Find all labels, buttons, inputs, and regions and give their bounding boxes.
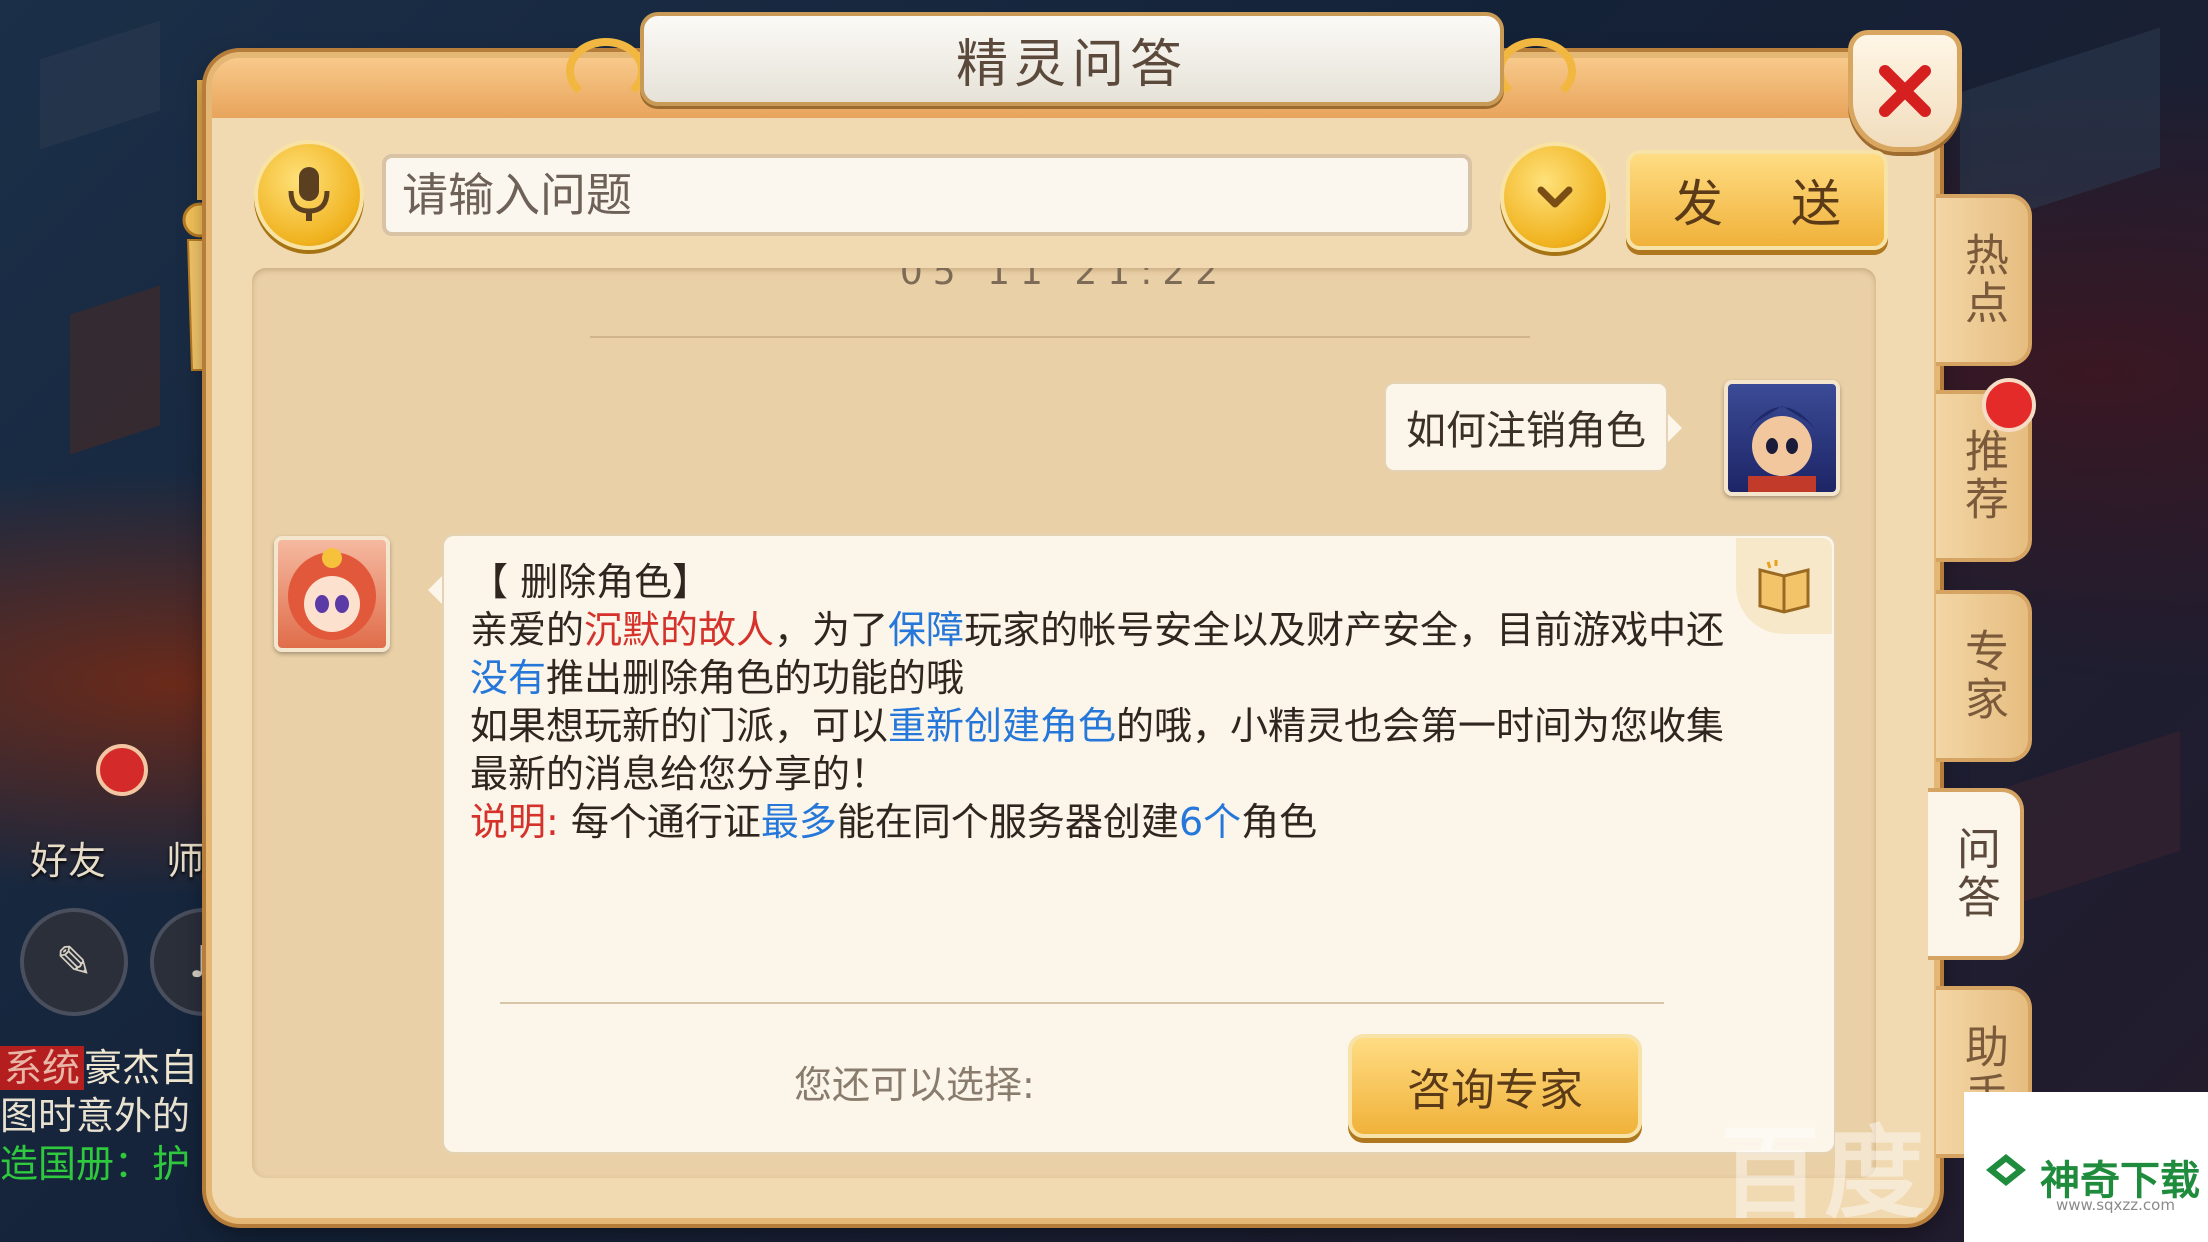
background-roof-tile	[2000, 730, 2180, 910]
user-message-bubble: 如何注销角色	[1384, 382, 1682, 472]
answer-text: 【 删除角色】 亲爱的沉默的故人，为了保障玩家的帐号安全以及财产安全，目前游戏中…	[470, 558, 1760, 846]
dialog-title: 精灵问答	[955, 34, 1188, 95]
player-name: 沉默的故人	[584, 608, 775, 652]
question-input[interactable]	[382, 154, 1472, 236]
master-label[interactable]: 师	[166, 830, 204, 885]
consult-expert-button[interactable]: 咨询专家	[1348, 1034, 1642, 1138]
user-avatar	[1724, 380, 1840, 496]
tab-qa[interactable]: 问答	[1928, 788, 2024, 960]
highlight-keyword: 最多	[760, 800, 837, 844]
background-roof-tile	[70, 285, 160, 455]
history-dropdown-button[interactable]	[1500, 142, 1610, 252]
site-logo-icon	[1986, 1154, 2026, 1186]
send-button[interactable]: 发 送	[1626, 150, 1888, 250]
message-timestamp: 05 11 21:22	[899, 268, 1229, 293]
answer-paragraph: 亲爱的沉默的故人，为了保障玩家的帐号安全以及财产安全，目前游戏中还没有推出删除角…	[470, 608, 1725, 700]
notification-dot	[96, 744, 148, 796]
background-roof-tile	[40, 20, 160, 150]
scroll-curl-ornament	[1496, 32, 1616, 104]
answer-divider	[500, 1002, 1664, 1004]
baidu-watermark: 百度	[1720, 1115, 1928, 1232]
conversation-area[interactable]: 05 11 21:22 如何注销角色 【 删除角色】 亲爱的沉默的故人，为了保障…	[252, 268, 1876, 1178]
tab-notification-badge	[1982, 378, 2036, 432]
chevron-down-icon	[1537, 186, 1573, 208]
spirit-avatar	[274, 536, 390, 652]
close-icon	[1879, 65, 1931, 117]
highlight-keyword: 没有	[470, 656, 547, 700]
chat-bubble-icon[interactable]: ✎	[20, 908, 128, 1016]
close-button[interactable]	[1848, 30, 1962, 152]
voice-input-button[interactable]	[254, 140, 364, 250]
answer-paragraph: 如果想玩新的门派，可以重新创建角色的哦，小精灵也会第一时间为您收集最新的消息给您…	[470, 704, 1725, 796]
site-watermark: 神奇下载 www.sqxzz.com	[1964, 1092, 2208, 1242]
tab-expert[interactable]: 专家	[1936, 590, 2032, 762]
microphone-icon	[288, 167, 330, 221]
note-label: 说明:	[470, 800, 559, 844]
spirit-answer-bubble: 【 删除角色】 亲爱的沉默的故人，为了保障玩家的帐号安全以及财产安全，目前游戏中…	[428, 534, 1836, 1154]
more-options-label: 您还可以选择:	[794, 1063, 1035, 1107]
chat-line: 造国册：护	[0, 1142, 191, 1186]
recreate-role-link[interactable]: 重新创建角色	[888, 704, 1116, 748]
friends-label[interactable]: 好友	[30, 830, 106, 885]
dialog-title-plate: 精灵问答	[640, 12, 1504, 106]
tab-hot[interactable]: 热点	[1936, 194, 2032, 366]
chat-line: 图时意外的	[0, 1094, 191, 1138]
timestamp-divider	[590, 336, 1530, 338]
chat-channel-tag: 系统	[0, 1046, 85, 1090]
chat-log: 系统 豪杰自 图时意外的 造国册：护	[0, 1044, 210, 1188]
answer-heading: 【 删除角色】	[470, 560, 711, 604]
chat-sender: 豪杰自	[84, 1046, 199, 1090]
highlight-keyword: 6个	[1178, 800, 1242, 844]
scroll-curl-ornament	[526, 32, 646, 104]
site-url: www.sqxzz.com	[2056, 1196, 2175, 1214]
highlight-keyword: 保障	[888, 608, 965, 652]
answer-note: 说明: 每个通行证最多能在同个服务器创建6个角色	[470, 800, 1318, 844]
